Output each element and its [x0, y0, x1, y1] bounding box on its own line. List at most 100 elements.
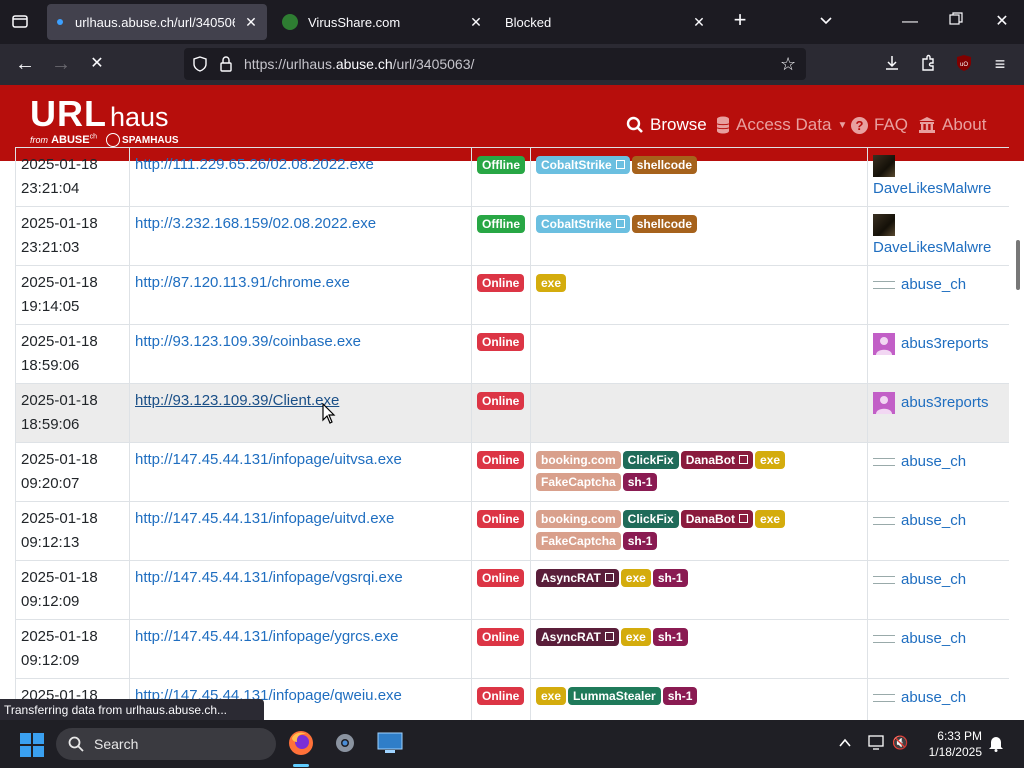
tab-overview-icon[interactable]: [10, 12, 30, 32]
url-text[interactable]: https://urlhaus.abuse.ch/url/3405063/: [244, 56, 474, 72]
close-window-icon[interactable]: ✕: [992, 12, 1012, 32]
tag-badge[interactable]: sh-1: [622, 473, 658, 491]
windows-start-icon[interactable]: [20, 733, 44, 762]
tag-badge[interactable]: sh-1: [662, 687, 698, 705]
nav-about[interactable]: About: [918, 115, 986, 135]
url-cell: http://3.232.168.159/02.08.2022.exe: [129, 206, 472, 266]
tag-badge[interactable]: CobaltStrike: [536, 215, 630, 233]
downloads-icon[interactable]: [882, 54, 902, 78]
lock-icon[interactable]: [218, 55, 234, 78]
tag-badge[interactable]: ClickFix: [622, 451, 679, 469]
restore-icon[interactable]: [946, 12, 966, 32]
bookmark-star-icon[interactable]: ☆: [780, 54, 796, 75]
malware-url-link[interactable]: http://147.45.44.131/infopage/uitvsa.exe: [135, 451, 402, 468]
tracking-shield-icon[interactable]: [192, 56, 208, 77]
malware-url-link[interactable]: http://147.45.44.131/infopage/uitvd.exe: [135, 510, 394, 527]
address-bar[interactable]: https://urlhaus.abuse.ch/url/3405063/ ☆: [184, 48, 806, 80]
tag-badge[interactable]: exe: [755, 451, 786, 469]
tag-badge[interactable]: FakeCaptcha: [536, 532, 621, 550]
tab-virusshare[interactable]: VirusShare.com ✕: [272, 4, 492, 40]
reporter-link[interactable]: abus3reports: [873, 332, 1004, 356]
taskbar-search[interactable]: Search: [56, 728, 276, 760]
building-icon: [919, 117, 935, 133]
malware-url-link[interactable]: http://111.229.65.26/02.08.2022.exe: [135, 156, 374, 173]
tag-badge[interactable]: exe: [620, 569, 651, 587]
status-cell: Offline: [471, 206, 531, 266]
new-tab-icon[interactable]: +: [730, 9, 750, 31]
tab-blocked[interactable]: Blocked ✕: [495, 4, 715, 40]
tag-badge[interactable]: exe: [755, 510, 786, 528]
firefox-taskbar-icon[interactable]: [288, 730, 314, 761]
tab-list-chevron-icon[interactable]: [816, 12, 836, 34]
tag-badge[interactable]: exe: [536, 687, 567, 705]
stop-loading-icon[interactable]: ✕: [86, 54, 108, 74]
url-table-container[interactable]: 2025-01-18 23:21:04 http://111.229.65.26/0…: [15, 147, 1009, 720]
nav-browse[interactable]: Browse: [626, 115, 707, 135]
tag-badge[interactable]: LummaStealer: [568, 687, 661, 705]
status-badge: Online: [477, 392, 525, 410]
tag-badge[interactable]: AsyncRAT: [536, 569, 619, 587]
reporter-link[interactable]: DaveLikesMalwre: [873, 214, 1004, 260]
tab-urlhaus[interactable]: urlhaus.abuse.ch/url/3405063/ ✕: [47, 4, 267, 40]
volume-muted-icon[interactable]: 🔇: [892, 735, 908, 751]
hamburger-menu-icon[interactable]: ≡: [990, 54, 1010, 74]
table-row: 2025-01-18 23:21:04 http://111.229.65.26/0…: [15, 147, 1009, 207]
reporter-link[interactable]: abuse_ch: [873, 568, 1004, 592]
tag-badge[interactable]: FakeCaptcha: [536, 473, 621, 491]
close-icon[interactable]: ✕: [468, 14, 484, 30]
ublock-origin-icon[interactable]: uO: [954, 54, 974, 78]
tag-label: DanaBot: [685, 512, 736, 526]
malware-url-link[interactable]: http://147.45.44.131/infopage/vgsrqi.exe: [135, 569, 403, 586]
reporter-link[interactable]: abuse_ch: [873, 627, 1004, 651]
reporter-name: abuse_ch: [901, 571, 967, 588]
tag-badge[interactable]: shellcode: [631, 215, 698, 233]
network-icon[interactable]: [868, 735, 886, 756]
tag-badge[interactable]: DanaBot: [680, 510, 754, 528]
nav-access-data[interactable]: Access Data ▼: [716, 115, 847, 135]
forward-arrow-icon[interactable]: →: [50, 54, 72, 74]
reporter-link[interactable]: abuse_ch: [873, 686, 1004, 710]
tag-badge[interactable]: ClickFix: [622, 510, 679, 528]
notification-bell-icon[interactable]: [988, 734, 1004, 757]
tag-badge[interactable]: sh-1: [652, 628, 688, 646]
tag-badge[interactable]: AsyncRAT: [536, 628, 619, 646]
tag-badge[interactable]: shellcode: [631, 156, 698, 174]
tag-badge[interactable]: CobaltStrike: [536, 156, 630, 174]
reporter-link[interactable]: abuse_ch: [873, 509, 1004, 533]
clock[interactable]: 6:33 PM 1/18/2025: [918, 728, 982, 760]
tag-badge[interactable]: DanaBot: [680, 451, 754, 469]
tag-badge[interactable]: exe: [620, 628, 651, 646]
page-scrollbar-thumb[interactable]: [1016, 240, 1020, 290]
urlhaus-logo[interactable]: URL haus from ABUSEch SPAMHAUS: [30, 93, 179, 147]
reporter-link[interactable]: abus3reports: [873, 391, 1004, 415]
settings-gear-taskbar-icon[interactable]: [333, 731, 357, 760]
close-icon[interactable]: ✕: [691, 14, 707, 30]
remote-desktop-taskbar-icon[interactable]: [377, 732, 403, 759]
malware-url-link[interactable]: http://93.123.109.39/coinbase.exe: [135, 333, 361, 350]
reporter-link[interactable]: DaveLikesMalwre: [873, 155, 1004, 201]
malware-url-link[interactable]: http://3.232.168.159/02.08.2022.exe: [135, 215, 376, 232]
reporter-link[interactable]: abuse_ch: [873, 450, 1004, 474]
external-link-icon: [604, 573, 614, 583]
tag-badge[interactable]: sh-1: [652, 569, 688, 587]
reporter-avatar: [873, 635, 895, 643]
reporter-link[interactable]: abuse_ch: [873, 273, 1004, 297]
nav-faq[interactable]: ? FAQ: [851, 115, 908, 135]
close-icon[interactable]: ✕: [243, 14, 259, 30]
malware-url-link[interactable]: http://87.120.113.91/chrome.exe: [135, 274, 350, 291]
malware-url-link[interactable]: http://147.45.44.131/infopage/ygrcs.exe: [135, 628, 399, 645]
reporter-avatar: [873, 155, 895, 177]
back-arrow-icon[interactable]: ←: [14, 54, 36, 74]
minimize-icon[interactable]: —: [900, 12, 920, 32]
extensions-icon[interactable]: [918, 54, 938, 78]
tag-badge[interactable]: booking.com: [536, 451, 621, 469]
malware-url-link[interactable]: http://93.123.109.39/Client.exe: [135, 392, 339, 409]
tag-badge[interactable]: booking.com: [536, 510, 621, 528]
tag-badge[interactable]: sh-1: [622, 532, 658, 550]
tag-label: sh-1: [657, 630, 683, 644]
dateadded-cell: 2025-01-18 18:59:06: [15, 383, 130, 443]
status-badge: Online: [477, 628, 525, 646]
database-icon: [716, 116, 730, 134]
tag-badge[interactable]: exe: [536, 274, 567, 292]
tray-chevron-up-icon[interactable]: [838, 736, 852, 755]
